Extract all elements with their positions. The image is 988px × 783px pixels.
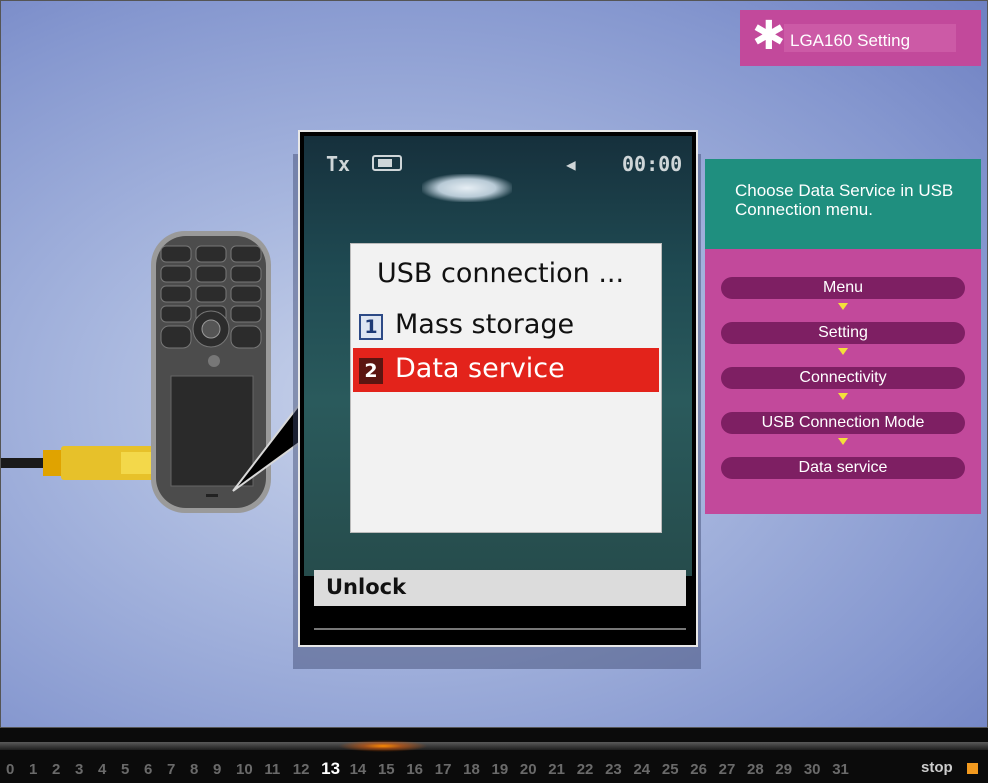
menu-item-number: 2 xyxy=(359,358,383,384)
lg-logo xyxy=(208,355,220,367)
frame-number-7[interactable]: 7 xyxy=(167,761,190,778)
frame-number-2[interactable]: 2 xyxy=(52,761,75,778)
frame-number-24[interactable]: 24 xyxy=(633,761,661,778)
frame-number-29[interactable]: 29 xyxy=(775,761,803,778)
frame-number-9[interactable]: 9 xyxy=(213,761,236,778)
arrow-down-icon xyxy=(838,393,848,400)
frame-number-31[interactable]: 31 xyxy=(832,761,860,778)
frame-number-10[interactable]: 10 xyxy=(236,761,264,778)
frame-number-25[interactable]: 25 xyxy=(662,761,690,778)
battery-icon xyxy=(372,155,402,171)
title-badge: ✱ LGA160 Setting xyxy=(740,10,981,66)
timeline-position-marker[interactable] xyxy=(338,740,428,752)
softkey-unlock[interactable]: Unlock xyxy=(314,570,686,606)
usb-plug-collar xyxy=(43,450,63,476)
frame-number-22[interactable]: 22 xyxy=(577,761,605,778)
frame-number-5[interactable]: 5 xyxy=(121,761,144,778)
frame-number-15[interactable]: 15 xyxy=(378,761,406,778)
menu-item-mass-storage[interactable]: 1 Mass storage xyxy=(353,304,659,348)
frame-number-16[interactable]: 16 xyxy=(406,761,434,778)
frame-number-26[interactable]: 26 xyxy=(690,761,718,778)
frame-number-23[interactable]: 23 xyxy=(605,761,633,778)
arrow-down-icon xyxy=(838,348,848,355)
menu-item-data-service[interactable]: 2 Data service xyxy=(353,348,659,392)
frame-number-18[interactable]: 18 xyxy=(463,761,491,778)
frame-number-28[interactable]: 28 xyxy=(747,761,775,778)
arrow-down-icon xyxy=(838,438,848,445)
asterisk-icon: ✱ xyxy=(752,13,786,59)
path-step-usb-connection-mode: USB Connection Mode xyxy=(721,412,965,434)
signal-indicator: Tx xyxy=(326,152,351,176)
frame-number-list: 0 1 2 3 4 5 6 7 8 9 10 11 12 13 14 15 16 17 18 19 20 21 22 23 24… xyxy=(6,759,861,779)
timeline-bar: 0 1 2 3 4 5 6 7 8 9 10 11 12 13 14 15 16 17 18 19 20 21 22 23 24… xyxy=(0,728,988,783)
timeline-track[interactable] xyxy=(0,742,988,750)
menu-item-label: Data service xyxy=(395,353,565,384)
frame-number-3[interactable]: 3 xyxy=(75,761,98,778)
path-step-connectivity: Connectivity xyxy=(721,367,965,389)
frame-number-13[interactable]: 13 xyxy=(321,759,349,779)
tutorial-stage: ✱ LGA160 Setting Tx ◀ 00:00 USB connecti… xyxy=(0,0,988,728)
stop-button[interactable]: stop xyxy=(921,759,953,776)
frame-number-1[interactable]: 1 xyxy=(29,761,52,778)
title-text: LGA160 Setting xyxy=(790,31,911,50)
instruction-text: Choose Data Service in USB Connection me… xyxy=(735,181,954,219)
path-step-setting: Setting xyxy=(721,322,965,344)
frame-number-19[interactable]: 19 xyxy=(492,761,520,778)
frame-number-30[interactable]: 30 xyxy=(804,761,832,778)
usb-connection-menu: USB connection ... 1 Mass storage 2 Data… xyxy=(350,243,662,533)
frame-number-4[interactable]: 4 xyxy=(98,761,121,778)
frame-number-21[interactable]: 21 xyxy=(548,761,576,778)
frame-number-20[interactable]: 20 xyxy=(520,761,548,778)
frame-number-14[interactable]: 14 xyxy=(350,761,378,778)
divider xyxy=(314,628,686,630)
stop-icon[interactable] xyxy=(967,763,978,774)
frame-number-6[interactable]: 6 xyxy=(144,761,167,778)
softkey-label: Unlock xyxy=(326,575,407,599)
menu-title: USB connection ... xyxy=(377,258,625,289)
ok-key xyxy=(201,319,221,339)
frame-number-17[interactable]: 17 xyxy=(435,761,463,778)
menu-item-number: 1 xyxy=(359,314,383,340)
instruction-box: Choose Data Service in USB Connection me… xyxy=(705,159,981,249)
path-step-menu: Menu xyxy=(721,277,965,299)
clock: 00:00 xyxy=(622,152,683,176)
frame-number-12[interactable]: 12 xyxy=(293,761,321,778)
speaker-icon: ◀ xyxy=(566,155,576,174)
arrow-down-icon xyxy=(838,303,848,310)
frame-number-11[interactable]: 11 xyxy=(264,761,292,778)
frame-number-0[interactable]: 0 xyxy=(6,761,29,778)
wallpaper-cloud xyxy=(422,174,512,202)
menu-path-box: Menu Setting Connectivity USB Connection… xyxy=(705,249,981,514)
wallpaper: Tx ◀ 00:00 USB connection ... 1 Mass sto… xyxy=(304,136,692,576)
frame-number-8[interactable]: 8 xyxy=(190,761,213,778)
frame-number-27[interactable]: 27 xyxy=(719,761,747,778)
menu-item-label: Mass storage xyxy=(395,309,575,340)
phone-screen-zoom: Tx ◀ 00:00 USB connection ... 1 Mass sto… xyxy=(298,130,698,647)
path-step-data-service: Data service xyxy=(721,457,965,479)
